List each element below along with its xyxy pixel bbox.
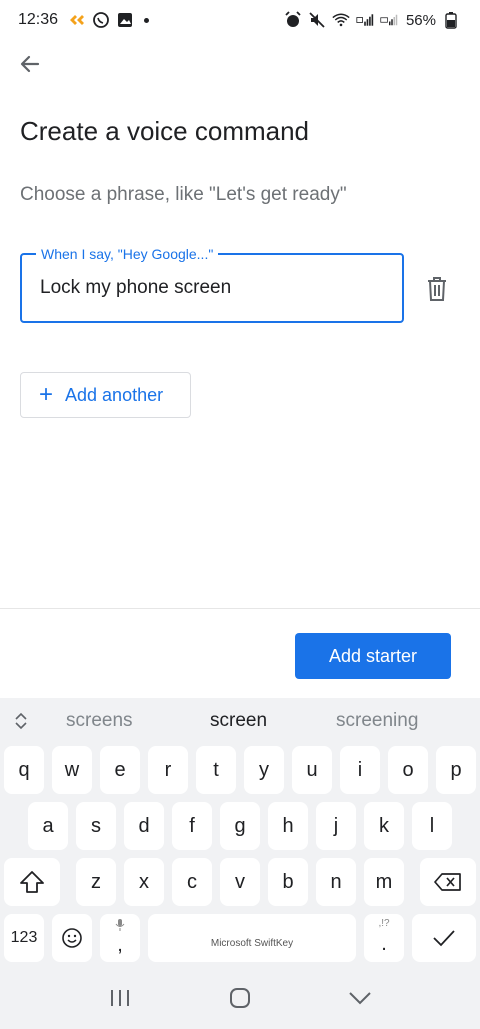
- status-time: 12:36: [18, 11, 59, 28]
- expand-toolbar-icon[interactable]: [10, 710, 32, 732]
- suggestion-2[interactable]: screen: [210, 710, 267, 732]
- key-f[interactable]: f: [172, 802, 212, 850]
- trash-icon: [428, 277, 446, 301]
- key-a[interactable]: a: [28, 802, 68, 850]
- voice-phrase-field[interactable]: When I say, "Hey Google...": [20, 244, 404, 323]
- whatsapp-icon: [92, 11, 110, 29]
- key-u[interactable]: u: [292, 746, 332, 794]
- signal-lte1-icon: [356, 11, 374, 29]
- recents-button[interactable]: [98, 976, 142, 1020]
- key-j[interactable]: j: [316, 802, 356, 850]
- voice-phrase-input[interactable]: [40, 269, 390, 307]
- key-p[interactable]: p: [436, 746, 476, 794]
- backspace-icon: [434, 873, 461, 891]
- home-icon: [230, 987, 250, 1008]
- back-nav-button[interactable]: [338, 976, 382, 1020]
- comma-label: ,: [117, 933, 123, 956]
- keyboard: screens screen screening q w e r t y u i…: [0, 698, 480, 966]
- key-e[interactable]: e: [100, 746, 140, 794]
- key-q[interactable]: q: [4, 746, 44, 794]
- backspace-key[interactable]: [420, 858, 476, 906]
- status-right: 56%: [284, 11, 460, 29]
- space-key[interactable]: Microsoft SwiftKey: [148, 914, 356, 962]
- subtitle: Choose a phrase, like "Let's get ready": [20, 184, 347, 205]
- numbers-key[interactable]: 123: [4, 914, 44, 962]
- divider: [0, 608, 480, 609]
- more-notifications-icon: [144, 17, 150, 23]
- home-button[interactable]: [218, 976, 262, 1020]
- emoji-key[interactable]: [52, 914, 92, 962]
- microphone-icon: [115, 919, 125, 931]
- navigation-bar: [0, 966, 480, 1029]
- suggestion-bar: screens screen screening: [0, 698, 480, 744]
- key-k[interactable]: k: [364, 802, 404, 850]
- checkmark-icon: [433, 930, 455, 947]
- enter-key[interactable]: [412, 914, 476, 962]
- app-notification-icon: [68, 11, 86, 29]
- key-n[interactable]: n: [316, 858, 356, 906]
- add-another-label: Add another: [65, 384, 164, 405]
- emoji-icon: [62, 928, 82, 948]
- battery-icon: [442, 11, 460, 29]
- status-bar: 12:36 56%: [0, 0, 480, 40]
- field-label: When I say, "Hey Google...": [36, 244, 219, 264]
- key-b[interactable]: b: [268, 858, 308, 906]
- alarm-icon: [284, 11, 302, 29]
- arrow-back-icon: [20, 55, 40, 73]
- key-r[interactable]: r: [148, 746, 188, 794]
- comma-key[interactable]: ,: [100, 914, 140, 962]
- shift-icon: [20, 871, 44, 893]
- key-i[interactable]: i: [340, 746, 380, 794]
- key-l[interactable]: l: [412, 802, 452, 850]
- space-label: Microsoft SwiftKey: [210, 937, 294, 949]
- key-t[interactable]: t: [196, 746, 236, 794]
- battery-percent: 56%: [405, 11, 436, 29]
- suggestion-1[interactable]: screens: [66, 710, 133, 732]
- page-title: Create a voice command: [20, 116, 310, 146]
- period-sub-label: ,!?: [378, 918, 390, 929]
- recents-icon: [111, 989, 129, 1006]
- add-another-button[interactable]: + Add another: [20, 372, 191, 418]
- suggestion-3[interactable]: screening: [336, 710, 418, 732]
- signal-lte2-icon: [380, 11, 398, 29]
- period-key[interactable]: ,!? .: [364, 914, 404, 962]
- key-d[interactable]: d: [124, 802, 164, 850]
- key-s[interactable]: s: [76, 802, 116, 850]
- key-w[interactable]: w: [52, 746, 92, 794]
- key-o[interactable]: o: [388, 746, 428, 794]
- key-m[interactable]: m: [364, 858, 404, 906]
- key-g[interactable]: g: [220, 802, 260, 850]
- key-z[interactable]: z: [76, 858, 116, 906]
- key-c[interactable]: c: [172, 858, 212, 906]
- period-label: .: [381, 932, 387, 955]
- key-x[interactable]: x: [124, 858, 164, 906]
- key-h[interactable]: h: [268, 802, 308, 850]
- add-starter-button[interactable]: Add starter: [295, 633, 451, 679]
- shift-key[interactable]: [4, 858, 60, 906]
- back-button[interactable]: [10, 44, 50, 84]
- delete-phrase-button[interactable]: [420, 270, 454, 308]
- gallery-icon: [116, 11, 134, 29]
- chevron-down-icon: [349, 991, 371, 1004]
- status-left: 12:36: [18, 11, 150, 29]
- plus-icon: +: [39, 381, 54, 408]
- mute-icon: [308, 11, 326, 29]
- wifi-icon: [332, 11, 350, 29]
- key-y[interactable]: y: [244, 746, 284, 794]
- key-v[interactable]: v: [220, 858, 260, 906]
